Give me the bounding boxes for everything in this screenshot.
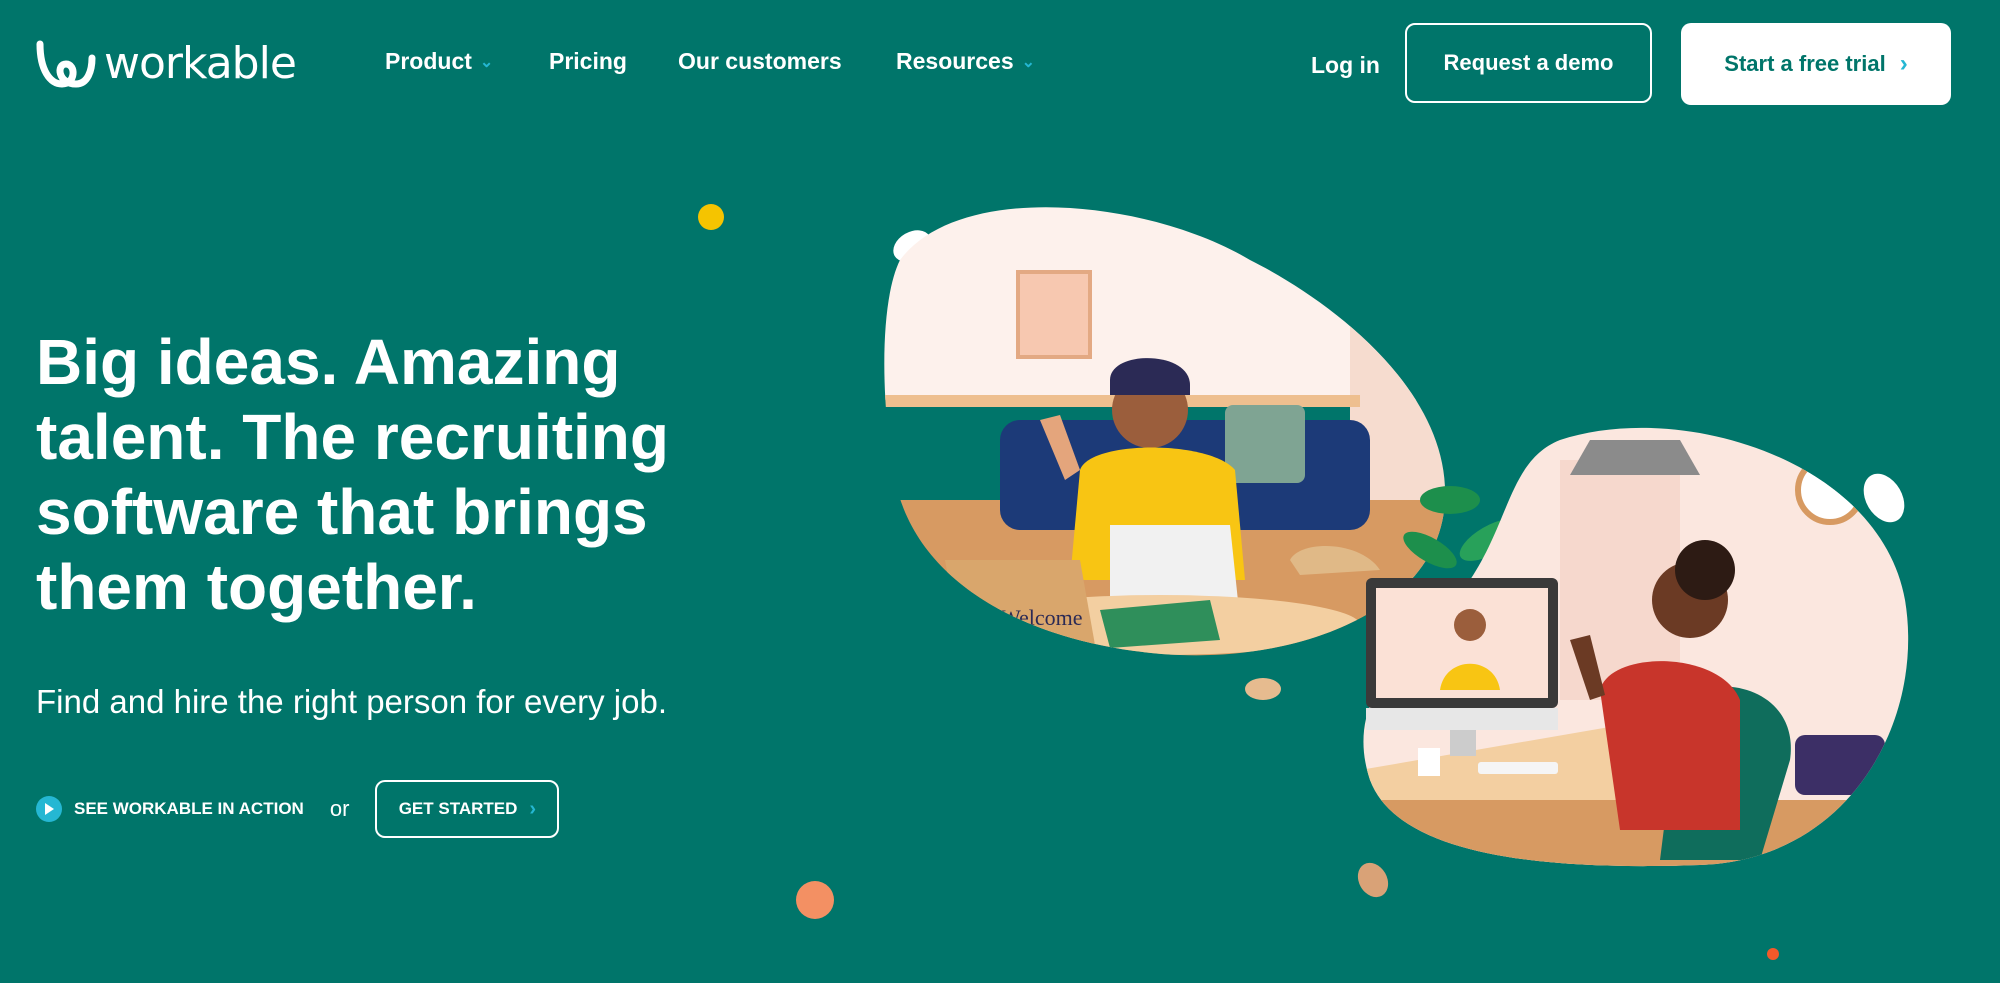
welcome-box-text: Welcome — [1000, 605, 1083, 630]
decor-blob — [1357, 862, 1389, 898]
hero-illustration: Welcome — [884, 207, 1909, 898]
decor-blob — [1245, 678, 1281, 700]
